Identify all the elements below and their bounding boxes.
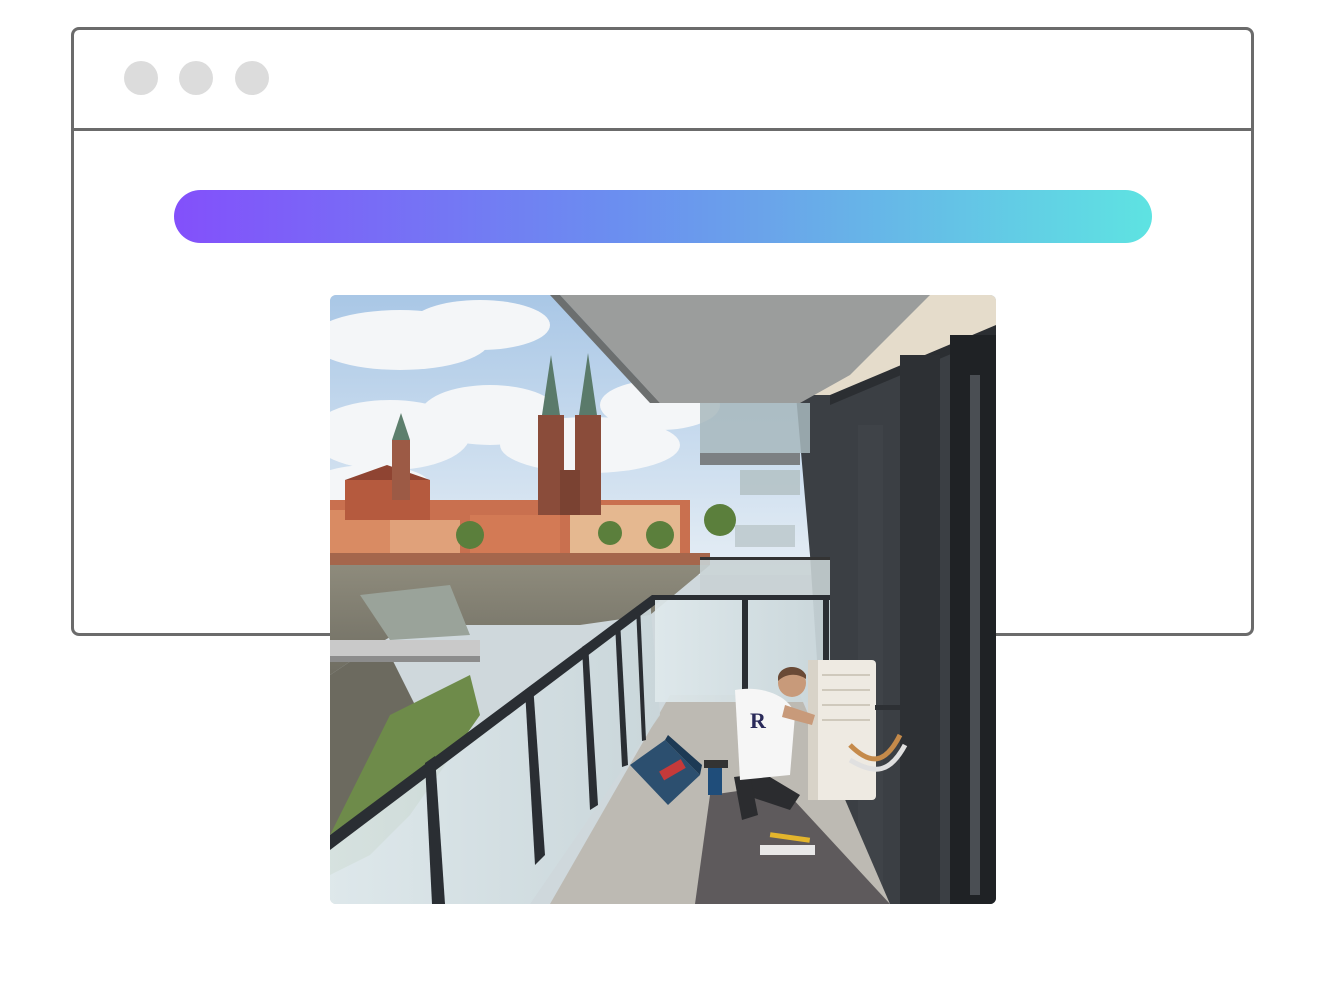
title-bar: [74, 30, 1251, 131]
balcony-ac-installation-photo: R: [330, 295, 996, 904]
shirt-logo: R: [750, 708, 767, 733]
window-control-close-icon[interactable]: [124, 61, 158, 95]
gradient-banner: [174, 190, 1152, 243]
window-control-minimize-icon[interactable]: [179, 61, 213, 95]
window-control-maximize-icon[interactable]: [235, 61, 269, 95]
